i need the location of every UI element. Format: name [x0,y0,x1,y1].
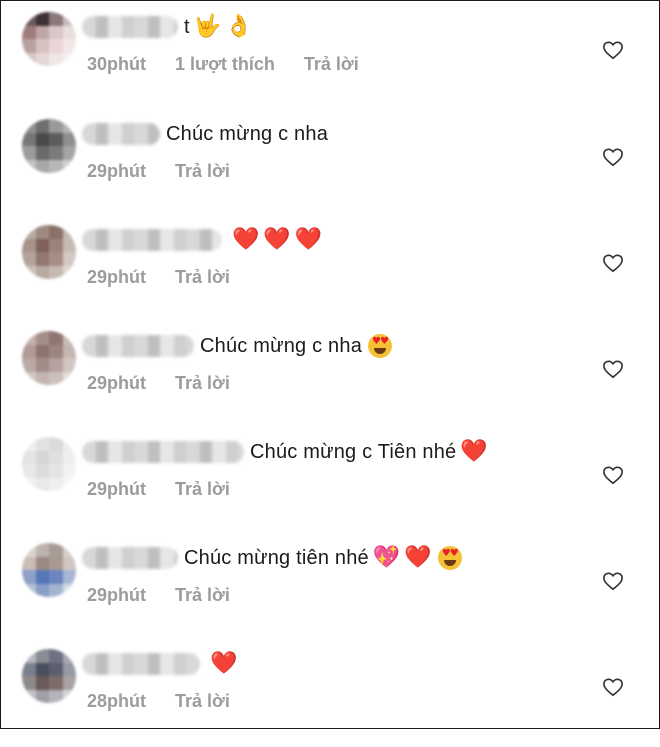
comment-line: ❤️ [82,647,237,681]
comment-time: 29phút [87,479,147,499]
comment-time: 29phút [87,585,147,605]
comment-item: Chúc mừng tiên nhé 💖 ❤️ 29phút Trả lời [0,541,660,641]
rock-on-hand-emoji-icon: 🤟 [193,14,222,39]
comment-text: t [184,15,190,38]
red-heart-emoji-icon: ❤️ [404,545,432,570]
heart-outline-icon[interactable] [602,677,624,697]
comment-meta: 29phút Trả lời [87,585,254,606]
comment-line: Chúc mừng c nha [82,117,328,151]
heart-eyes-emoji-icon [368,334,393,358]
user-avatar[interactable] [22,225,76,279]
reply-link[interactable]: Trả lời [175,691,230,711]
user-avatar[interactable] [22,543,76,597]
comment-item: Chúc mừng c nha 29phút Trả lời [0,329,660,429]
comment-text: Chúc mừng tiên nhé [184,546,369,569]
red-heart-emoji-icon: ❤️ [263,227,291,252]
reply-link[interactable]: Trả lời [175,161,230,181]
red-heart-emoji-icon: ❤️ [210,651,238,676]
comment-text: Chúc mừng c Tiên nhé [250,440,457,463]
username-blurred[interactable] [82,335,194,357]
comment-text: Chúc mừng c nha [166,122,329,145]
red-heart-emoji-icon: ❤️ [460,439,488,464]
comment-meta: 28phút Trả lời [87,691,254,712]
comment-time: 29phút [87,373,147,393]
comment-text: Chúc mừng c nha [200,334,363,357]
comment-time: 29phút [87,267,147,287]
ok-hand-emoji-icon: 👌 [225,14,253,39]
reply-link[interactable]: Trả lời [175,479,230,499]
user-avatar[interactable] [22,12,76,66]
heart-outline-icon[interactable] [602,571,624,591]
comment-time: 28phút [87,691,147,711]
sparkling-heart-emoji-icon: 💖 [372,545,401,570]
reply-link[interactable]: Trả lời [175,585,230,605]
heart-outline-icon[interactable] [602,465,624,485]
user-avatar[interactable] [22,437,76,491]
comment-line: Chúc mừng tiên nhé 💖 ❤️ [82,541,462,575]
heart-outline-icon[interactable] [602,253,624,273]
heart-outline-icon[interactable] [602,40,624,60]
comment-item: Chúc mừng c nha 29phút Trả lời [0,117,660,217]
comment-item: Chúc mừng c Tiên nhé ❤️ 29phút Trả lời [0,435,660,535]
username-blurred[interactable] [82,229,222,251]
comment-line: Chúc mừng c nha [82,329,393,363]
comment-meta: 29phút Trả lời [87,161,254,182]
like-count-link[interactable]: 1 lượt thích [175,54,275,74]
red-heart-emoji-icon: ❤️ [294,227,323,252]
comment-meta: 29phút Trả lời [87,267,254,288]
comment-time: 30phút [87,54,147,74]
comment-item: ❤️ 28phút Trả lời [0,647,660,747]
comment-meta: 29phút Trả lời [87,373,254,394]
comment-item: ❤️ ❤️ ❤️ 29phút Trả lời [0,223,660,323]
user-avatar[interactable] [22,331,76,385]
username-blurred[interactable] [82,123,160,145]
comment-line: Chúc mừng c Tiên nhé ❤️ [82,435,488,469]
username-blurred[interactable] [82,441,244,463]
heart-eyes-emoji-icon [437,546,462,570]
comment-meta: 30phút 1 lượt thích Trả lời [87,54,383,75]
user-avatar[interactable] [22,649,76,703]
comment-item: t 🤟 👌 30phút 1 lượt thích Trả lời [0,10,660,110]
red-heart-emoji-icon: ❤️ [232,227,260,252]
username-blurred[interactable] [82,653,200,675]
comment-meta: 29phút Trả lời [87,479,254,500]
heart-outline-icon[interactable] [602,147,624,167]
heart-outline-icon[interactable] [602,359,624,379]
username-blurred[interactable] [82,16,178,38]
comment-time: 29phút [87,161,147,181]
reply-link[interactable]: Trả lời [304,54,359,74]
reply-link[interactable]: Trả lời [175,373,230,393]
comment-line: ❤️ ❤️ ❤️ [82,223,322,257]
reply-link[interactable]: Trả lời [175,267,230,287]
user-avatar[interactable] [22,119,76,173]
username-blurred[interactable] [82,547,178,569]
comment-line: t 🤟 👌 [82,10,253,44]
